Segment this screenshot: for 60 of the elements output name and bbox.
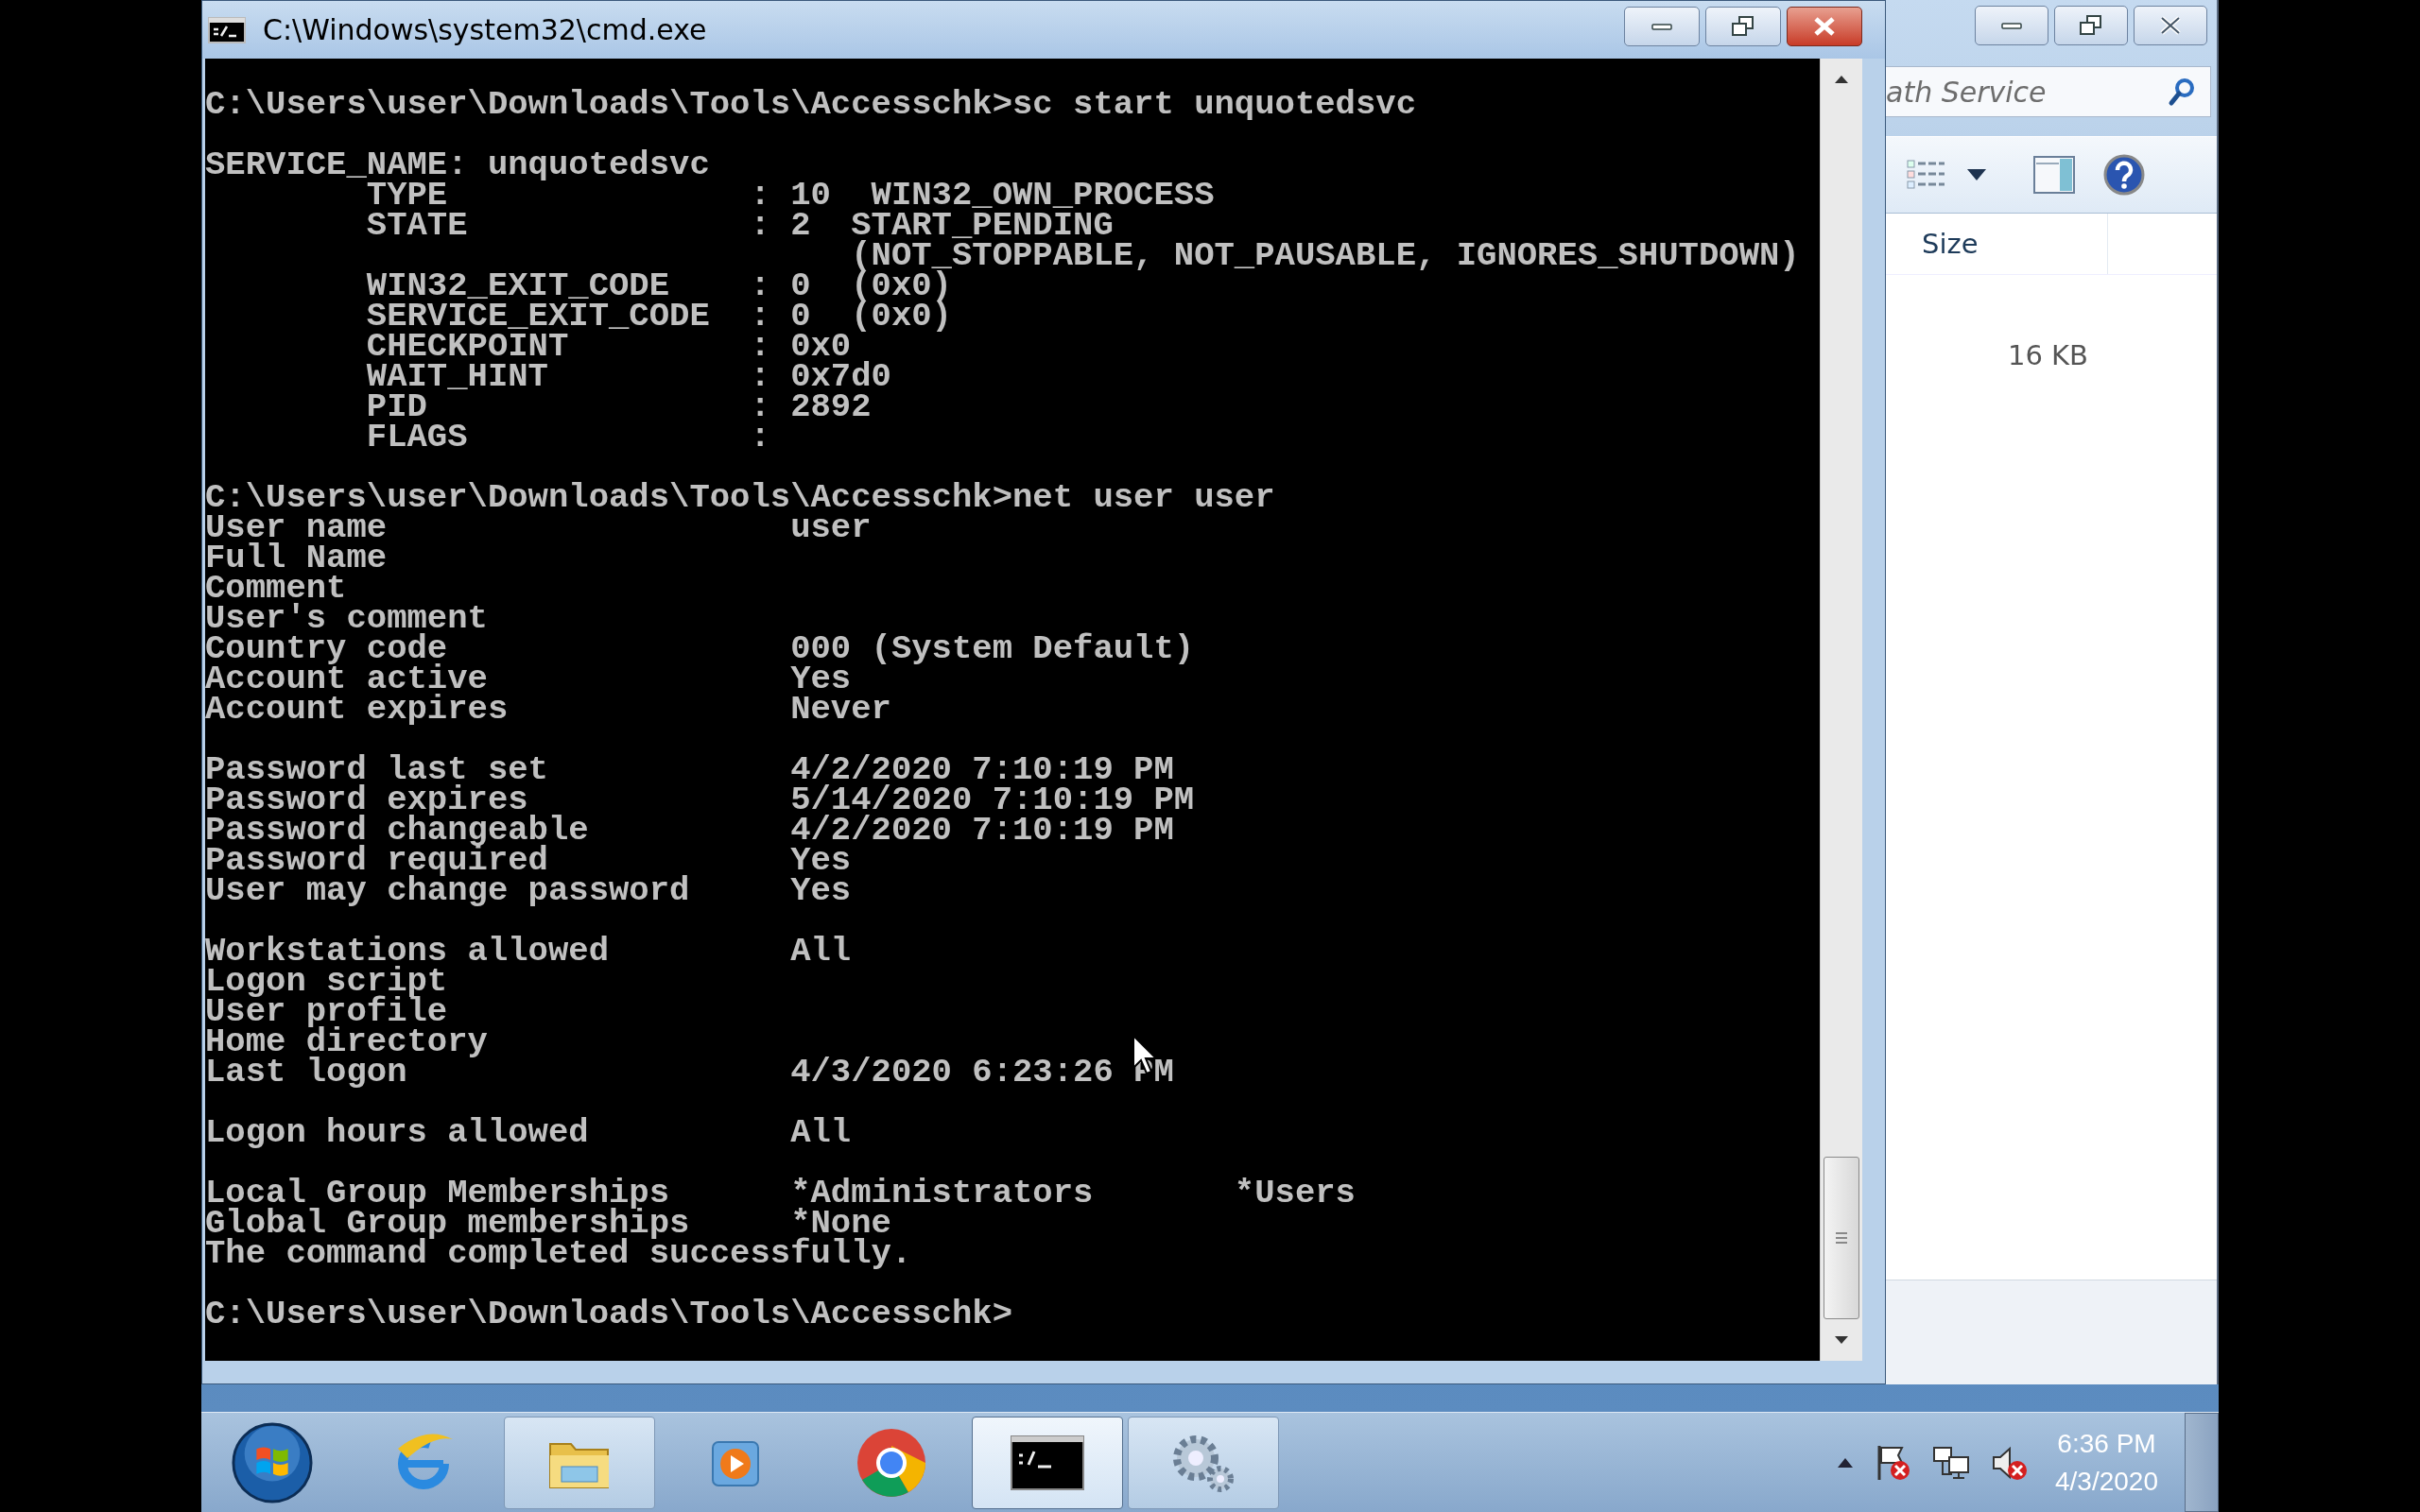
console-line: Password expires 5/14/2020 7:10:19 PM	[205, 785, 1195, 816]
console-line: FLAGS :	[365, 422, 770, 453]
restore-button[interactable]	[1705, 7, 1781, 46]
minimize-button[interactable]	[1624, 7, 1700, 46]
gears-app-button[interactable]	[1128, 1416, 1279, 1509]
console-line: WAIT_HINT : 0x7d0	[365, 362, 891, 392]
console-line: User may change password Yes	[205, 876, 852, 906]
windows-orb-icon	[231, 1420, 314, 1504]
console-line: User profile	[205, 997, 448, 1027]
scroll-down-icon[interactable]	[1835, 1336, 1848, 1344]
console-line: Account expires Never	[205, 695, 891, 725]
console-line: C:\Users\user\Downloads\Tools\Accesschk>sc start unquotedsvc	[205, 90, 1417, 120]
console-line: Password last set 4/2/2020 7:10:19 PM	[205, 755, 1174, 785]
close-button[interactable]	[2134, 6, 2207, 45]
search-field[interactable]: ath Service	[1886, 66, 2211, 117]
console-line: Logon hours allowed All	[205, 1118, 852, 1148]
clock-date: 4/3/2020	[2055, 1466, 2158, 1497]
caret-icon[interactable]	[1967, 169, 1986, 180]
restore-button[interactable]	[2054, 6, 2128, 45]
minimize-icon	[2001, 22, 2022, 29]
console-icon	[208, 16, 246, 43]
console-line: Comment	[205, 574, 347, 604]
console-line: Logon script	[205, 967, 448, 997]
close-button[interactable]	[1787, 7, 1862, 46]
console-line: Password required Yes	[205, 846, 852, 876]
console-line: The command completed successfully.	[205, 1239, 912, 1269]
console-line: SERVICE_EXIT_CODE : 0 (0x0)	[365, 301, 952, 332]
console-line: SERVICE_NAME: unquotedsvc	[205, 150, 710, 180]
console-line: Country code 000 (System Default)	[205, 634, 1195, 664]
console-line: STATE : 2 START_PENDING	[365, 211, 1114, 241]
console-line: C:\Users\user\Downloads\Tools\Accesschk>net user user	[205, 483, 1275, 513]
console-line: Workstations allowed All	[205, 936, 852, 967]
console-line: Home directory	[205, 1027, 488, 1057]
console-line: (NOT_STOPPABLE, NOT_PAUSABLE, IGNORES_SHUTDOWN)	[850, 241, 1800, 271]
console-app-button[interactable]	[972, 1416, 1123, 1509]
clock-time: 6:36 PM	[2057, 1428, 2156, 1459]
console-line: Account active Yes	[205, 664, 852, 695]
console-icon	[1010, 1434, 1085, 1491]
preview-pane-icon[interactable]	[2033, 156, 2075, 194]
help-icon[interactable]	[2103, 154, 2145, 196]
scrollbar[interactable]	[1820, 59, 1862, 1361]
console-line: User name user	[205, 513, 872, 543]
console-line: User's comment	[205, 604, 488, 634]
window-title: C:\Windows\system32\cmd.exe	[263, 13, 707, 46]
console-line: TYPE : 10 WIN32_OWN_PROCESS	[366, 180, 1215, 211]
console-prompt: C:\Users\user\Downloads\Tools\Accesschk>	[205, 1299, 1012, 1330]
console-line: Password changeable 4/2/2020 7:10:19 PM	[205, 816, 1174, 846]
minimize-button[interactable]	[1975, 6, 2048, 45]
show-hidden-icons-icon[interactable]	[1838, 1457, 1853, 1468]
view-list-icon[interactable]	[1907, 159, 1946, 191]
table-cell: 16 KB	[2007, 339, 2088, 371]
console-line: WIN32_EXIT_CODE : 0 (0x0)	[365, 271, 952, 301]
scroll-thumb[interactable]	[1824, 1157, 1859, 1319]
console-line: CHECKPOINT : 0x0	[365, 332, 852, 362]
console-line: Full Name	[205, 543, 388, 574]
search-icon	[2168, 77, 2196, 107]
console-line: PID : 2892	[365, 392, 872, 422]
scroll-up-icon[interactable]	[1835, 76, 1848, 83]
minimize-icon	[1651, 23, 1672, 30]
console-line: Local Group Memberships *Administrators *Users	[205, 1178, 1356, 1209]
